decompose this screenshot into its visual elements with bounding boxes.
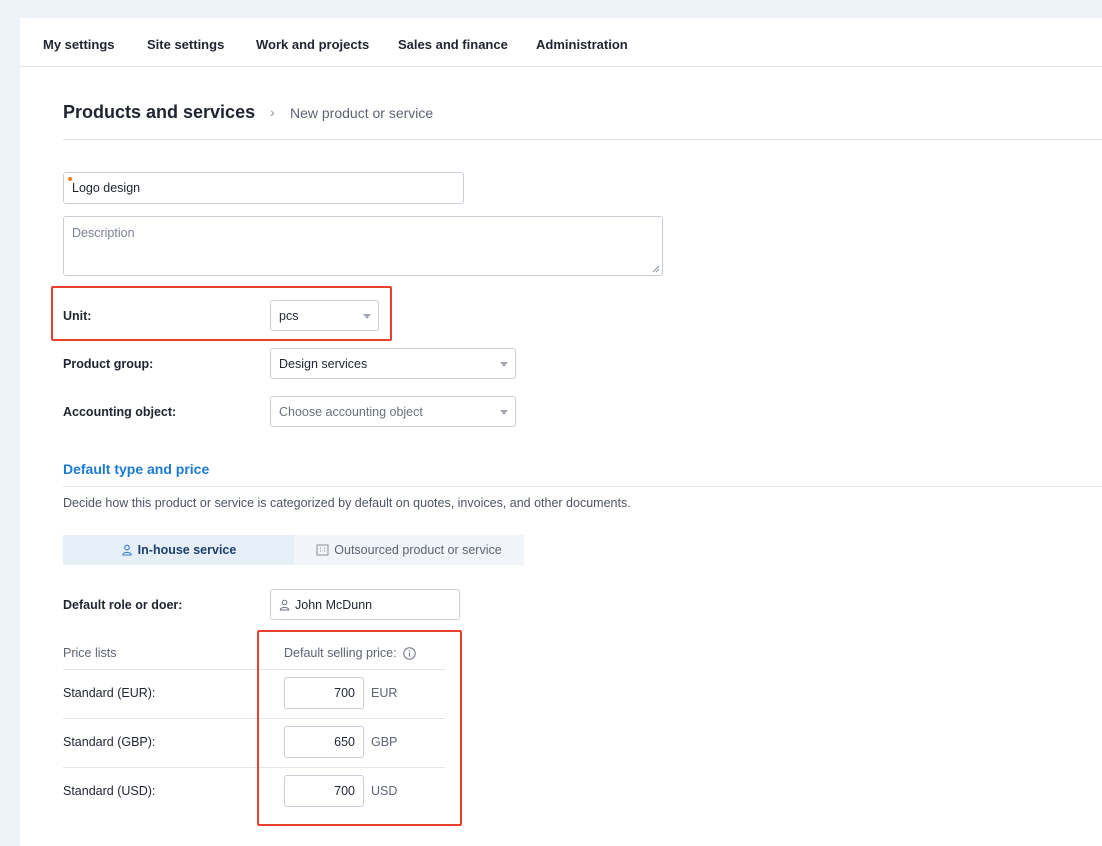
main-panel: My settings Site settings Work and proje… (20, 18, 1102, 846)
chevron-down-icon (500, 409, 508, 415)
nav-work-and-projects[interactable]: Work and projects (256, 37, 369, 52)
toggle-outsourced-product[interactable]: Outsourced product or service (294, 535, 524, 565)
person-icon (121, 544, 132, 556)
breadcrumb-current: New product or service (290, 105, 434, 121)
nav-my-settings[interactable]: My settings (43, 37, 115, 52)
breadcrumb: Products and services › New product or s… (63, 102, 1102, 140)
breadcrumb-separator: › (270, 104, 275, 120)
top-navigation: My settings Site settings Work and proje… (20, 18, 1102, 67)
section-description: Decide how this product or service is ca… (63, 496, 631, 510)
price-list-name: Standard (EUR): (63, 686, 156, 700)
person-icon (279, 599, 290, 610)
service-type-toggle: In-house service Outsourced product or s… (63, 535, 524, 565)
required-indicator (68, 177, 72, 181)
unit-highlight-box (51, 286, 392, 341)
toggle-outsourced-label: Outsourced product or service (334, 543, 502, 557)
price-highlight-box (257, 630, 462, 826)
price-list-name: Standard (GBP): (63, 735, 156, 749)
nav-administration[interactable]: Administration (536, 37, 628, 52)
default-doer-label: Default role or doer: (63, 598, 183, 612)
chevron-down-icon (500, 361, 508, 367)
price-lists-header: Price lists (63, 646, 117, 660)
product-group-value: Design services (279, 356, 368, 371)
section-divider (63, 486, 1102, 487)
nav-site-settings[interactable]: Site settings (147, 37, 224, 52)
name-input-value: Logo design (72, 181, 141, 195)
accounting-object-placeholder: Choose accounting object (279, 404, 423, 419)
description-placeholder: Description (72, 226, 135, 240)
default-doer-input[interactable]: John McDunn (270, 589, 460, 620)
name-input[interactable]: Logo design (63, 172, 464, 204)
nav-sales-and-finance[interactable]: Sales and finance (398, 37, 508, 52)
accounting-object-label: Accounting object: (63, 405, 177, 419)
price-list-name: Standard (USD): (63, 784, 156, 798)
breadcrumb-parent[interactable]: Products and services (63, 102, 255, 123)
toggle-inhouse-service[interactable]: In-house service (63, 535, 294, 565)
description-textarea[interactable]: Description (63, 216, 663, 276)
accounting-object-select[interactable]: Choose accounting object (270, 396, 516, 427)
resize-grip-icon[interactable] (652, 265, 660, 273)
section-title-default-type: Default type and price (63, 461, 210, 477)
toggle-inhouse-label: In-house service (137, 543, 237, 557)
product-group-label: Product group: (63, 357, 154, 371)
building-icon (316, 544, 329, 556)
product-group-select[interactable]: Design services (270, 348, 516, 379)
default-doer-value: John McDunn (295, 597, 373, 612)
